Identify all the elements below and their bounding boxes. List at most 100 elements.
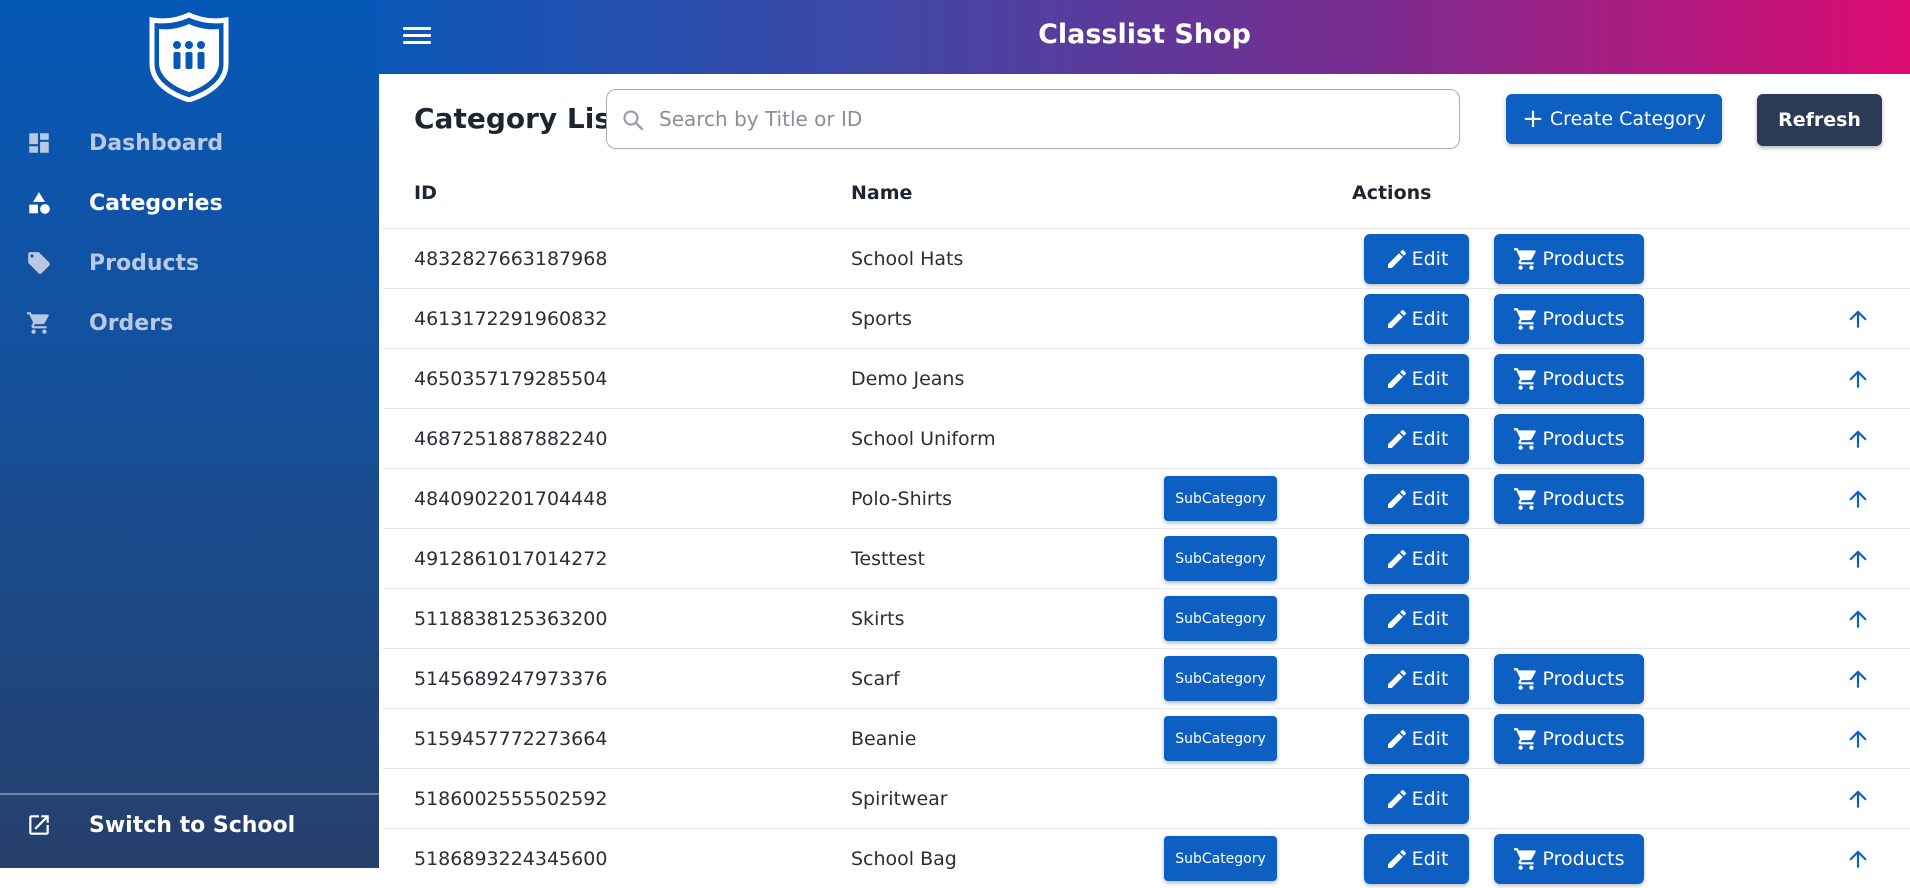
category-id: 4613172291960832 bbox=[414, 308, 608, 330]
products-button[interactable]: Products bbox=[1494, 414, 1644, 464]
create-category-label: Create Category bbox=[1549, 108, 1706, 130]
subcategory-button[interactable]: SubCategory bbox=[1164, 656, 1277, 701]
category-name: Demo Jeans bbox=[851, 368, 965, 390]
edit-label: Edit bbox=[1411, 308, 1449, 330]
edit-label: Edit bbox=[1411, 368, 1449, 390]
edit-label: Edit bbox=[1411, 788, 1449, 810]
tag-icon bbox=[26, 250, 52, 276]
page-title: Category List bbox=[414, 102, 625, 135]
arrow-up-icon[interactable] bbox=[1845, 486, 1871, 512]
products-button[interactable]: Products bbox=[1494, 654, 1644, 704]
search-input[interactable] bbox=[657, 100, 1437, 138]
pencil-icon bbox=[1385, 427, 1412, 451]
cart-icon bbox=[26, 310, 52, 336]
arrow-up-icon[interactable] bbox=[1845, 726, 1871, 752]
cart-icon bbox=[1513, 666, 1542, 692]
create-category-button[interactable]: + Create Category bbox=[1506, 94, 1722, 144]
pencil-icon bbox=[1385, 727, 1412, 751]
sidebar-item-dashboard[interactable]: Dashboard bbox=[0, 118, 379, 168]
school-shield-logo[interactable] bbox=[146, 12, 232, 103]
sidebar-item-label: Categories bbox=[89, 190, 223, 216]
category-name: Spiritwear bbox=[851, 788, 948, 810]
table-row: 4832827663187968 School Hats Edit Products bbox=[383, 228, 1910, 288]
edit-button[interactable]: Edit bbox=[1364, 414, 1469, 464]
switch-to-school-label: Switch to School bbox=[89, 812, 296, 838]
open-external-icon bbox=[26, 812, 52, 838]
pencil-icon bbox=[1385, 547, 1412, 571]
cart-icon bbox=[1513, 486, 1542, 512]
products-button[interactable]: Products bbox=[1494, 714, 1644, 764]
pencil-icon bbox=[1385, 847, 1412, 871]
cart-icon bbox=[1513, 366, 1542, 392]
category-name: School Uniform bbox=[851, 428, 996, 450]
arrow-up-icon[interactable] bbox=[1845, 846, 1871, 872]
edit-button[interactable]: Edit bbox=[1364, 354, 1469, 404]
category-id: 4687251887882240 bbox=[414, 428, 608, 450]
products-button[interactable]: Products bbox=[1494, 234, 1644, 284]
table-row: 5159457772273664 Beanie SubCategory Edit Pro… bbox=[383, 708, 1910, 768]
category-id: 5186893224345600 bbox=[414, 848, 608, 870]
products-label: Products bbox=[1542, 668, 1625, 690]
subcategory-button[interactable]: SubCategory bbox=[1164, 716, 1277, 761]
edit-button[interactable]: Edit bbox=[1364, 294, 1469, 344]
category-name: Sports bbox=[851, 308, 912, 330]
refresh-button[interactable]: Refresh bbox=[1757, 94, 1882, 146]
subcategory-button[interactable]: SubCategory bbox=[1164, 836, 1277, 881]
cart-icon bbox=[1513, 246, 1542, 272]
edit-label: Edit bbox=[1411, 248, 1449, 270]
category-id: 4832827663187968 bbox=[414, 248, 608, 270]
products-button[interactable]: Products bbox=[1494, 834, 1644, 884]
category-name: Testtest bbox=[851, 548, 925, 570]
search-box[interactable] bbox=[606, 89, 1460, 149]
category-id: 5118838125363200 bbox=[414, 608, 608, 630]
edit-button[interactable]: Edit bbox=[1364, 714, 1469, 764]
arrow-up-icon[interactable] bbox=[1845, 426, 1871, 452]
sidebar-divider bbox=[0, 793, 379, 795]
category-name: School Bag bbox=[851, 848, 957, 870]
edit-button[interactable]: Edit bbox=[1364, 534, 1469, 584]
sidebar: Dashboard Categories Products Orders Swi… bbox=[0, 0, 379, 868]
sidebar-item-categories[interactable]: Categories bbox=[0, 178, 379, 228]
arrow-up-icon[interactable] bbox=[1845, 546, 1871, 572]
edit-button[interactable]: Edit bbox=[1364, 234, 1469, 284]
products-label: Products bbox=[1542, 728, 1625, 750]
edit-label: Edit bbox=[1411, 608, 1449, 630]
products-button[interactable]: Products bbox=[1494, 474, 1644, 524]
subcategory-button[interactable]: SubCategory bbox=[1164, 536, 1277, 581]
pencil-icon bbox=[1385, 247, 1412, 271]
cart-icon bbox=[1513, 726, 1542, 752]
pencil-icon bbox=[1385, 607, 1412, 631]
column-header-actions: Actions bbox=[1352, 182, 1432, 204]
sidebar-item-orders[interactable]: Orders bbox=[0, 298, 379, 348]
category-name: School Hats bbox=[851, 248, 964, 270]
edit-label: Edit bbox=[1411, 728, 1449, 750]
arrow-up-icon[interactable] bbox=[1845, 786, 1871, 812]
edit-button[interactable]: Edit bbox=[1364, 654, 1469, 704]
arrow-up-icon[interactable] bbox=[1845, 666, 1871, 692]
category-name: Scarf bbox=[851, 668, 900, 690]
products-label: Products bbox=[1542, 368, 1625, 390]
switch-to-school-button[interactable]: Switch to School bbox=[0, 800, 379, 850]
edit-button[interactable]: Edit bbox=[1364, 834, 1469, 884]
edit-button[interactable]: Edit bbox=[1364, 474, 1469, 524]
cart-icon bbox=[1513, 846, 1542, 872]
pencil-icon bbox=[1385, 367, 1412, 391]
edit-label: Edit bbox=[1411, 668, 1449, 690]
plus-icon: + bbox=[1522, 104, 1544, 134]
sidebar-item-products[interactable]: Products bbox=[0, 238, 379, 288]
arrow-up-icon[interactable] bbox=[1845, 306, 1871, 332]
dashboard-icon bbox=[26, 130, 52, 156]
arrow-up-icon[interactable] bbox=[1845, 366, 1871, 392]
products-button[interactable]: Products bbox=[1494, 354, 1644, 404]
edit-label: Edit bbox=[1411, 848, 1449, 870]
arrow-up-icon[interactable] bbox=[1845, 606, 1871, 632]
products-label: Products bbox=[1542, 428, 1625, 450]
subcategory-button[interactable]: SubCategory bbox=[1164, 596, 1277, 641]
products-label: Products bbox=[1542, 848, 1625, 870]
edit-button[interactable]: Edit bbox=[1364, 594, 1469, 644]
subcategory-button[interactable]: SubCategory bbox=[1164, 476, 1277, 521]
pencil-icon bbox=[1385, 787, 1412, 811]
edit-button[interactable]: Edit bbox=[1364, 774, 1469, 824]
products-button[interactable]: Products bbox=[1494, 294, 1644, 344]
products-label: Products bbox=[1542, 248, 1625, 270]
